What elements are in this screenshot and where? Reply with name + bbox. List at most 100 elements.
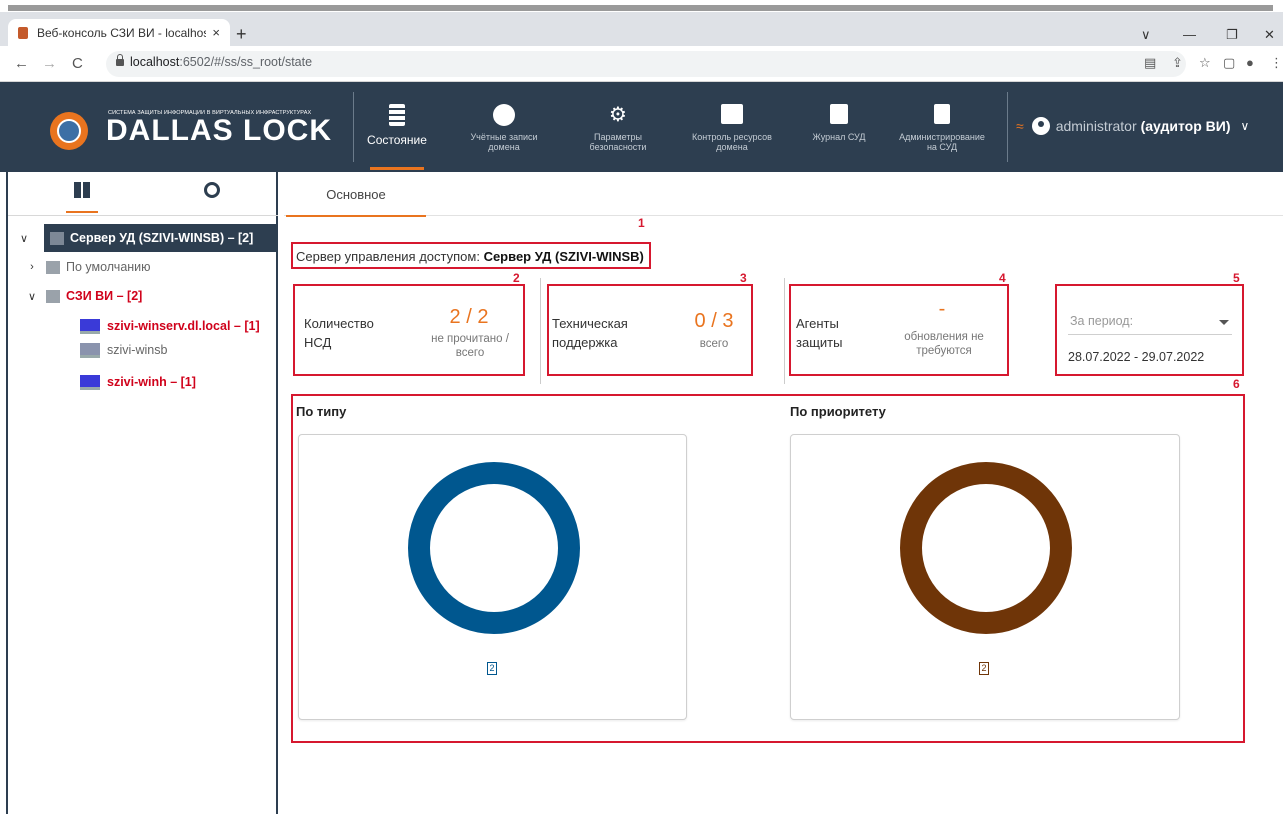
agents-label: Агенты защиты — [796, 316, 843, 350]
marker-4: 4 — [999, 271, 1006, 285]
favicon-icon — [18, 26, 28, 39]
agents-sub: обновления не требуются — [904, 331, 984, 357]
chevron-down-icon[interactable]: ∨ — [26, 290, 38, 303]
sidebar-tabs — [8, 172, 278, 216]
menu-icon[interactable]: ⋮ — [1270, 55, 1283, 71]
tree-item-label: szivi-winserv.dl.local – [1] — [107, 319, 260, 333]
by-type-legend[interactable]: 2 — [487, 662, 497, 675]
journal-icon — [828, 104, 850, 126]
close-window-button[interactable]: ✕ — [1264, 27, 1275, 43]
collapse-header-icon[interactable]: ≈ — [1016, 118, 1024, 134]
nav-security-params-label: Параметры безопасности — [589, 132, 647, 152]
support-label: Техническая поддержка — [552, 316, 628, 350]
nav-state-label: Состояние — [367, 133, 427, 147]
chevron-down-icon[interactable] — [1219, 320, 1229, 325]
building-icon — [50, 231, 64, 245]
tree-group-szivi[interactable]: ∨ СЗИ ВИ – [2] — [26, 283, 142, 309]
tree-item[interactable]: szivi-winsb — [80, 337, 167, 363]
server-value: Сервер УД (SZIVI-WINSB) — [483, 249, 644, 264]
back-button[interactable]: ← — [14, 55, 29, 72]
marker-2: 2 — [513, 271, 520, 285]
period-value[interactable]: 28.07.2022 - 29.07.2022 — [1068, 350, 1204, 364]
user-menu[interactable]: ≈ administrator (аудитор ВИ) ∨ — [1016, 117, 1249, 135]
tree-group-default[interactable]: › По умолчанию — [26, 254, 151, 280]
tab-virtual[interactable] — [194, 182, 230, 212]
profile-icon[interactable]: ● — [1246, 55, 1254, 70]
chevron-down-icon[interactable]: ∨ — [1241, 119, 1250, 133]
tree-group-label: СЗИ ВИ – [2] — [66, 289, 143, 303]
browser-tab[interactable]: Веб-консоль СЗИ ВИ - localhost × — [8, 19, 230, 46]
logo-icon — [50, 112, 88, 150]
tree-root-label: Сервер УД (SZIVI-WINSB) – [2] — [70, 231, 254, 245]
support-value: 0 / 3 — [694, 310, 734, 332]
browser-tab-strip: Веб-консоль СЗИ ВИ - localhost × + ∨ — ❐… — [0, 12, 1283, 46]
by-priority-legend[interactable]: 2 — [979, 662, 989, 675]
nav-domain-accounts-label: Учётные записи домена — [470, 132, 538, 152]
lock-icon — [116, 54, 124, 66]
translate-icon[interactable]: ▤ — [1144, 55, 1156, 71]
nav-journal-label: Журнал СУД — [812, 132, 866, 142]
forward-button[interactable]: → — [42, 55, 57, 72]
main-tabs: Основное — [284, 172, 1283, 217]
url-text[interactable]: localhost:6502/#/ss/ss_root/state — [130, 55, 312, 69]
tree-item-label: szivi-winh – [1] — [107, 375, 196, 389]
marker-6: 6 — [1233, 377, 1240, 391]
main-content: Основное 1 Сервер управления доступом: С… — [284, 172, 1283, 814]
sidepanel-icon[interactable]: ▢ — [1223, 55, 1235, 71]
new-tab-button[interactable]: + — [236, 25, 247, 43]
star-icon[interactable]: ☆ — [1199, 55, 1211, 71]
tree-item[interactable]: szivi-winh – [1] — [80, 369, 196, 395]
minimize-button[interactable]: — — [1183, 27, 1196, 42]
support-sub: всего — [699, 338, 729, 350]
header-divider — [353, 92, 354, 162]
restore-button[interactable]: ❐ — [1226, 27, 1238, 43]
tree-item[interactable]: szivi-winserv.dl.local – [1] — [80, 313, 260, 339]
user-circle-icon — [493, 104, 515, 126]
tab-close-icon[interactable]: × — [212, 25, 220, 40]
nsd-label: Количество НСД — [304, 316, 374, 350]
browser-tab-title: Веб-консоль СЗИ ВИ - localhost — [37, 25, 207, 40]
period-select[interactable]: За период: — [1070, 314, 1133, 328]
nsd-value: 2 / 2 — [449, 306, 489, 328]
reload-button[interactable]: C — [72, 55, 83, 72]
tab-windows[interactable] — [64, 182, 100, 213]
period-underline — [1068, 334, 1232, 335]
by-priority-panel: 2 — [790, 434, 1180, 720]
resources-icon — [721, 104, 743, 126]
share-icon[interactable]: ⇪ — [1172, 55, 1183, 71]
server-icon — [386, 104, 408, 126]
nav-state[interactable]: Состояние — [366, 82, 428, 172]
nsd-sub: не прочитано / всего — [431, 333, 509, 359]
nav-journal[interactable]: Журнал СУД — [804, 82, 874, 172]
nav-resource-control-label: Контроль ресурсов домена — [692, 132, 772, 152]
tree-item-label: szivi-winsb — [107, 343, 168, 357]
user-role: (аудитор ВИ) — [1140, 118, 1231, 134]
tab-main[interactable]: Основное — [286, 172, 426, 217]
user-icon — [1031, 117, 1050, 135]
by-priority-donut — [900, 462, 1072, 634]
chevron-down-icon[interactable]: ∨ — [18, 232, 30, 245]
nav-security-params[interactable]: ⚙ Параметры безопасности — [580, 82, 656, 172]
marker-3: 3 — [740, 271, 747, 285]
computer-icon — [80, 374, 100, 390]
tree-root[interactable]: ∨ Сервер УД (SZIVI-WINSB) – [2] — [18, 224, 280, 252]
building-icon — [46, 289, 60, 303]
windows-icon — [74, 182, 90, 198]
agents-value: - — [938, 298, 946, 320]
virtual-infra-icon — [204, 182, 220, 198]
tree-group-label: По умолчанию — [66, 260, 151, 274]
chevron-right-icon[interactable]: › — [26, 261, 38, 273]
marker-5: 5 — [1233, 271, 1240, 285]
gear-icon: ⚙ — [609, 104, 627, 126]
nav-resource-control[interactable]: Контроль ресурсов домена — [682, 82, 782, 172]
card-divider — [784, 278, 785, 384]
by-type-panel: 2 — [298, 434, 687, 720]
nav-admin[interactable]: Администрирование на СУД — [898, 82, 986, 172]
server-label: Сервер управления доступом: — [296, 249, 480, 264]
nav-domain-accounts[interactable]: Учётные записи домена — [468, 82, 540, 172]
by-priority-title: По приоритету — [790, 404, 886, 419]
by-type-ring — [408, 462, 580, 634]
tab-search-icon[interactable]: ∨ — [1141, 27, 1151, 43]
by-type-donut — [408, 462, 580, 634]
by-priority-ring — [900, 462, 1072, 634]
